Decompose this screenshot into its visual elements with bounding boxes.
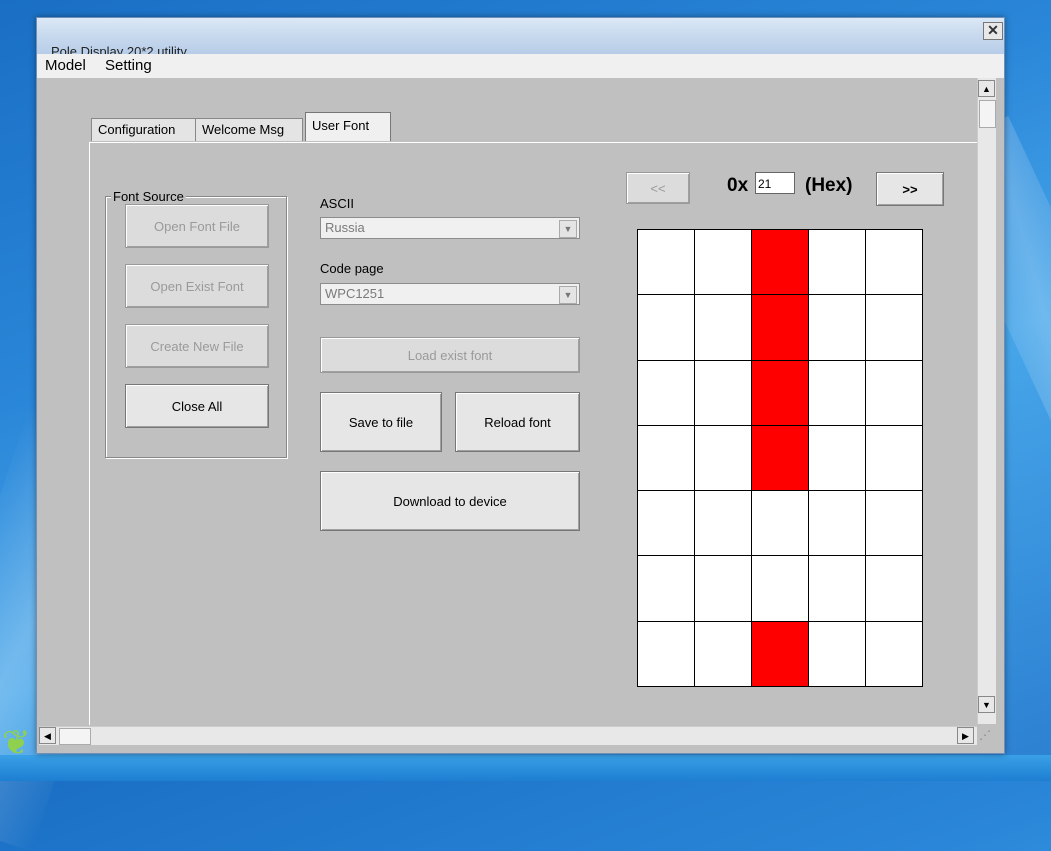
code-page-label: Code page (320, 261, 384, 276)
client-area: Configuration Welcome Msg User Font Font… (39, 78, 978, 725)
ascii-value: Russia (325, 220, 365, 235)
chevron-down-icon[interactable]: ▼ (559, 220, 577, 238)
glyph-pixel[interactable] (808, 229, 866, 296)
ascii-select[interactable]: Russia ▼ (320, 217, 580, 239)
glyph-pixel[interactable] (637, 490, 695, 557)
leaf-icon: ❦ (2, 724, 31, 762)
hex-prefix: 0x (727, 175, 749, 196)
glyph-pixel[interactable] (865, 294, 923, 361)
hex-suffix: (Hex) (805, 175, 853, 196)
resize-grip-icon[interactable]: ⋰ (979, 728, 997, 746)
ascii-label: ASCII (320, 196, 354, 211)
reload-font-button[interactable]: Reload font (455, 392, 580, 452)
glyph-pixel[interactable] (637, 359, 695, 426)
glyph-pixel[interactable] (808, 490, 866, 557)
glyph-pixel[interactable] (865, 359, 923, 426)
glyph-pixel[interactable] (694, 294, 752, 361)
glyph-pixel[interactable] (694, 424, 752, 492)
next-char-button[interactable]: >> (876, 172, 944, 206)
glyph-pixel[interactable] (637, 424, 695, 492)
close-all-button[interactable]: Close All (125, 384, 269, 428)
scroll-down-icon[interactable]: ▼ (978, 696, 995, 713)
glyph-pixel[interactable] (808, 555, 866, 622)
glyph-pixel[interactable] (751, 294, 809, 361)
vertical-scrollbar[interactable]: ▲ ▼ (977, 78, 996, 724)
glyph-pixel[interactable] (751, 555, 809, 622)
taskbar-strip (0, 755, 1051, 781)
scroll-up-icon[interactable]: ▲ (978, 80, 995, 97)
glyph-pixel[interactable] (694, 620, 752, 687)
glyph-pixel[interactable] (637, 620, 695, 687)
chevron-down-icon[interactable]: ▼ (559, 286, 577, 304)
open-font-file-button[interactable]: Open Font File (125, 204, 269, 248)
title-bar[interactable]: Pole Display 20*2 utility ✕ (37, 18, 1004, 54)
glyph-pixel[interactable] (808, 294, 866, 361)
code-page-select[interactable]: WPC1251 ▼ (320, 283, 580, 305)
glyph-pixel[interactable] (751, 229, 809, 296)
open-exist-font-button[interactable]: Open Exist Font (125, 264, 269, 308)
font-source-title: Font Source (111, 189, 186, 204)
tab-welcome-msg[interactable]: Welcome Msg (195, 118, 303, 141)
glyph-pixel[interactable] (637, 229, 695, 296)
glyph-pixel[interactable] (865, 490, 923, 557)
glyph-editor-grid (637, 229, 923, 687)
glyph-pixel[interactable] (637, 555, 695, 622)
tab-configuration[interactable]: Configuration (91, 118, 197, 141)
glyph-pixel[interactable] (751, 490, 809, 557)
create-new-file-button[interactable]: Create New File (125, 324, 269, 368)
scroll-left-icon[interactable]: ◀ (39, 727, 56, 744)
horizontal-scroll-thumb[interactable] (59, 728, 91, 745)
glyph-pixel[interactable] (751, 620, 809, 687)
prev-char-button[interactable]: << (626, 172, 690, 204)
glyph-pixel[interactable] (865, 620, 923, 687)
glyph-pixel[interactable] (808, 424, 866, 492)
vertical-scroll-thumb[interactable] (979, 100, 996, 128)
glyph-pixel[interactable] (694, 359, 752, 426)
window-title: Pole Display 20*2 utility (51, 44, 187, 54)
download-to-device-button[interactable]: Download to device (320, 471, 580, 531)
menu-setting[interactable]: Setting (105, 57, 152, 74)
horizontal-scrollbar[interactable]: ◀ ▶ (39, 726, 977, 745)
glyph-pixel[interactable] (751, 359, 809, 426)
glyph-pixel[interactable] (865, 555, 923, 622)
scroll-right-icon[interactable]: ▶ (957, 727, 974, 744)
menu-bar: Model Setting (37, 54, 1004, 78)
close-button[interactable]: ✕ (983, 22, 1003, 40)
glyph-pixel[interactable] (865, 229, 923, 296)
code-page-value: WPC1251 (325, 286, 385, 301)
glyph-pixel[interactable] (865, 424, 923, 492)
glyph-pixel[interactable] (694, 490, 752, 557)
tab-user-font[interactable]: User Font (305, 112, 391, 141)
glyph-pixel[interactable] (694, 555, 752, 622)
app-window: Pole Display 20*2 utility ✕ Model Settin… (36, 17, 1005, 754)
char-code-input[interactable]: 21 (755, 172, 795, 194)
menu-model[interactable]: Model (45, 57, 86, 74)
glyph-pixel[interactable] (808, 620, 866, 687)
glyph-pixel[interactable] (751, 424, 809, 492)
glyph-pixel[interactable] (637, 294, 695, 361)
save-to-file-button[interactable]: Save to file (320, 392, 442, 452)
load-exist-font-button[interactable]: Load exist font (320, 337, 580, 373)
glyph-pixel[interactable] (694, 229, 752, 296)
glyph-pixel[interactable] (808, 359, 866, 426)
